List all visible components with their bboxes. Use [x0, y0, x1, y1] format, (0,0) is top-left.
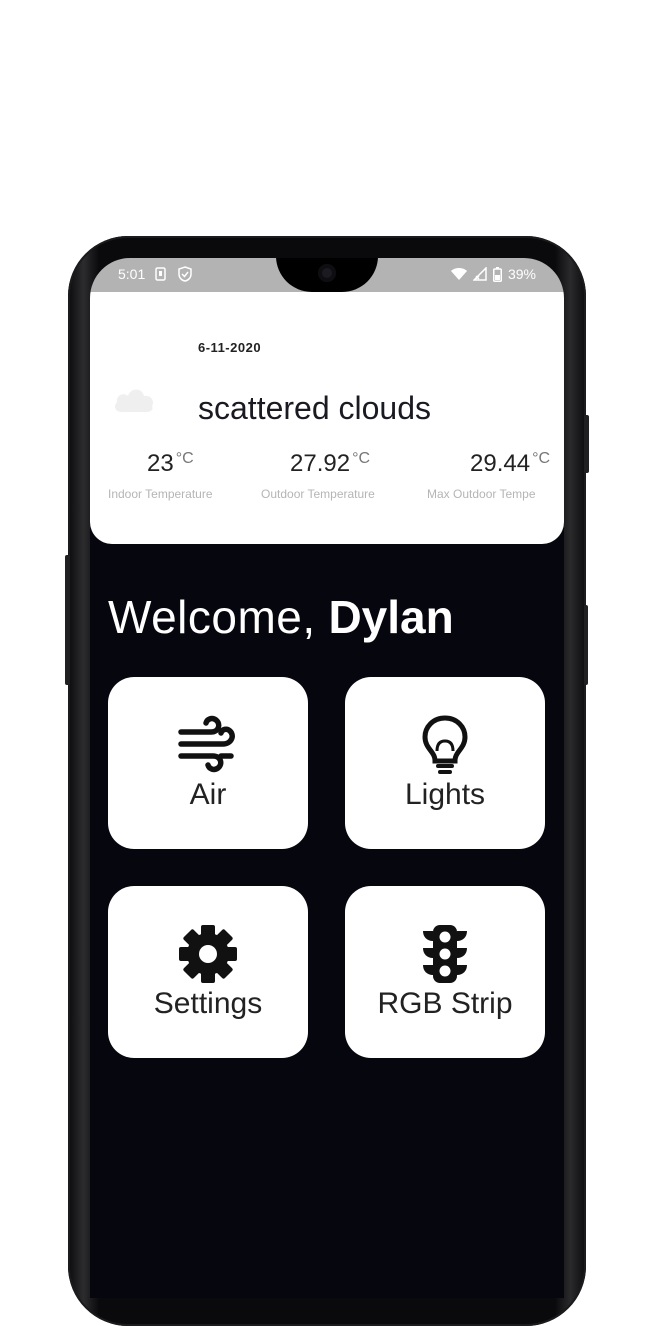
lights-tile-button[interactable]: Lights	[345, 677, 545, 849]
side-button	[584, 605, 588, 685]
outdoor-temp-label: Outdoor Temperature	[261, 487, 375, 501]
settings-label: Settings	[153, 987, 263, 1020]
welcome-heading: Welcome, Dylan	[108, 590, 454, 644]
max-temp-label: Max Outdoor Tempe	[427, 487, 536, 501]
battery-percent: 39%	[507, 266, 536, 282]
volume-button	[65, 555, 70, 685]
rgb-strip-label: RGB Strip	[377, 987, 513, 1020]
weather-condition: scattered clouds	[198, 390, 432, 426]
status-bar: 5:01 39%	[90, 258, 564, 292]
status-time: 5:01	[118, 266, 146, 282]
outdoor-temp-unit: °C	[352, 450, 371, 467]
max-temp-unit: °C	[532, 450, 551, 467]
camera-notch	[276, 258, 378, 292]
indoor-temp-unit: °C	[175, 450, 194, 467]
battery-icon	[492, 266, 502, 282]
settings-tile-button[interactable]: Settings	[108, 886, 308, 1058]
wind-icon	[178, 715, 235, 773]
air-tile-button[interactable]: Air	[108, 677, 308, 849]
weather-card: 6-11-2020 scattered clouds 23 °C Indoor T…	[90, 292, 564, 544]
shield-icon	[178, 266, 192, 282]
indoor-temp-label: Indoor Temperature	[108, 487, 213, 501]
indoor-temperature: 23 °C	[147, 450, 194, 478]
camera-icon	[318, 264, 336, 282]
screen: 5:01 39% 6-11-2020 scattered clouds 23 °…	[90, 258, 564, 1298]
max-temp-value: 29.44	[470, 450, 531, 477]
outdoor-temperature: 27.92 °C	[290, 450, 370, 478]
cloud-icon	[114, 389, 154, 412]
lightbulb-icon	[422, 715, 468, 774]
user-name: Dylan	[328, 591, 454, 643]
signal-icon	[472, 267, 487, 281]
power-button	[584, 415, 589, 473]
traffic-light-icon	[423, 925, 467, 983]
max-outdoor-temperature: 29.44 °C	[470, 450, 550, 478]
gear-icon	[179, 925, 237, 983]
outdoor-temp-value: 27.92	[290, 450, 351, 477]
weather-date: 6-11-2020	[198, 340, 262, 355]
air-label: Air	[189, 778, 227, 811]
sim-icon	[155, 267, 166, 281]
indoor-temp-value: 23	[147, 450, 174, 477]
rgb-strip-tile-button[interactable]: RGB Strip	[345, 886, 545, 1058]
lights-label: Lights	[404, 778, 486, 811]
wifi-icon	[450, 268, 467, 280]
welcome-greeting: Welcome,	[108, 591, 316, 643]
